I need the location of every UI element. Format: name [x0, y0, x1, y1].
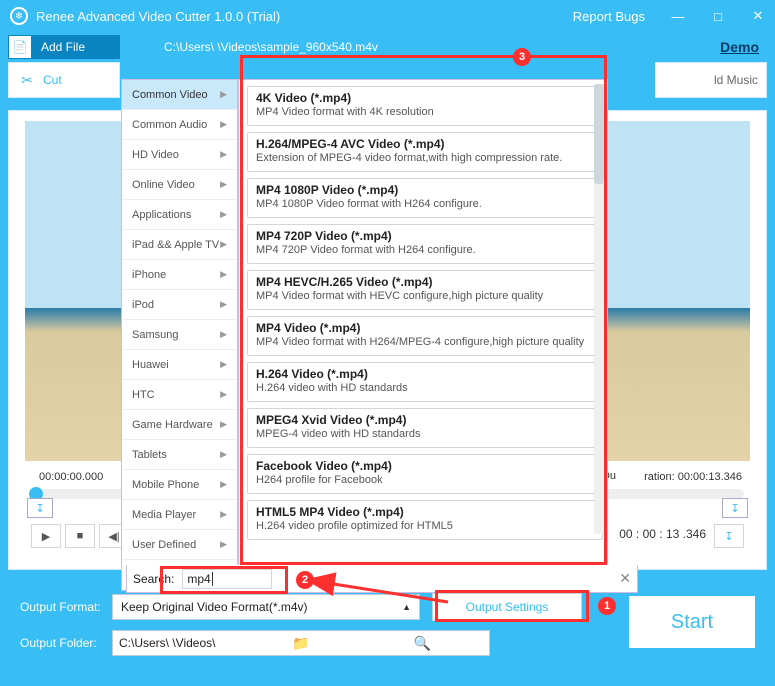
- format-category-menu: Common Video▶Common Audio▶HD Video▶Onlin…: [121, 79, 238, 591]
- demo-link[interactable]: Demo: [720, 39, 767, 55]
- add-file-icon: 📄: [9, 36, 31, 58]
- output-folder-input[interactable]: C:\Users\ \Videos\ 📁 🔍: [112, 630, 490, 656]
- format-category-ipad-apple-tv[interactable]: iPad && Apple TV▶: [122, 230, 237, 260]
- format-category-mobile-phone[interactable]: Mobile Phone▶: [122, 470, 237, 500]
- format-category-ipod[interactable]: iPod▶: [122, 290, 237, 320]
- app-title: Renee Advanced Video Cutter 1.0.0 (Trial…: [36, 9, 573, 24]
- format-scroll[interactable]: 4K Video (*.mp4)MP4 Video format with 4K…: [239, 80, 607, 563]
- path-bar: 📄 Add File C:\Users\ \Videos\sample_960x…: [0, 32, 775, 62]
- mark-end-button[interactable]: ↧: [714, 524, 744, 548]
- scrollbar-thumb[interactable]: [594, 84, 604, 184]
- clear-search-icon[interactable]: ✕: [619, 570, 631, 587]
- format-category-user-defined[interactable]: User Defined▶: [122, 530, 237, 560]
- scissors-icon: ✂: [17, 70, 37, 90]
- format-item[interactable]: H.264/MPEG-4 AVC Video (*.mp4)Extension …: [247, 132, 603, 172]
- format-item[interactable]: HTML5 MP4 Video (*.mp4)H.264 video profi…: [247, 500, 603, 540]
- duration-label: ration: 00:00:13.346: [644, 471, 742, 483]
- format-item[interactable]: MPEG4 Xvid Video (*.mp4)MPEG-4 video wit…: [247, 408, 603, 448]
- format-category-hd-video[interactable]: HD Video▶: [122, 140, 237, 170]
- format-category-media-player[interactable]: Media Player▶: [122, 500, 237, 530]
- format-item[interactable]: Facebook Video (*.mp4)H264 profile for F…: [247, 454, 603, 494]
- output-folder-label: Output Folder:: [20, 636, 112, 650]
- output-settings-button[interactable]: Output Settings: [432, 593, 582, 621]
- format-category-iphone[interactable]: iPhone▶: [122, 260, 237, 290]
- format-item[interactable]: MP4 1080P Video (*.mp4)MP4 1080P Video f…: [247, 178, 603, 218]
- format-category-htc[interactable]: HTC▶: [122, 380, 237, 410]
- format-item[interactable]: 4K Video (*.mp4)MP4 Video format with 4K…: [247, 86, 603, 126]
- file-path: C:\Users\ \Videos\sample_960x540.m4v: [126, 40, 714, 54]
- tab-cut[interactable]: ✂ Cut: [8, 62, 120, 98]
- scrollbar[interactable]: [594, 84, 604, 534]
- titlebar: ❄ Renee Advanced Video Cutter 1.0.0 (Tri…: [0, 0, 775, 32]
- minimize-icon[interactable]: ―: [671, 9, 685, 23]
- output-format-select[interactable]: Keep Original Video Format(*.m4v) ▲: [112, 594, 420, 620]
- time-start: 00:00:00.000: [39, 471, 103, 483]
- search-value: mp4: [187, 572, 210, 586]
- tab-cut-label: Cut: [43, 73, 62, 87]
- dropdown-icon: ▲: [402, 602, 411, 612]
- format-category-huawei[interactable]: Huawei▶: [122, 350, 237, 380]
- add-file-label: Add File: [41, 40, 85, 54]
- format-search-row: Search: mp4 ✕: [126, 565, 638, 593]
- format-list-panel: 4K Video (*.mp4)MP4 Video format with 4K…: [238, 79, 608, 564]
- report-bugs-link[interactable]: Report Bugs: [573, 9, 645, 24]
- mark-out-button[interactable]: ↧: [722, 498, 748, 518]
- output-format-value: Keep Original Video Format(*.m4v): [121, 600, 308, 614]
- format-category-common-video[interactable]: Common Video▶: [122, 80, 237, 110]
- stop-button[interactable]: ■: [65, 524, 95, 548]
- app-logo-icon: ❄: [10, 7, 28, 25]
- format-item[interactable]: MP4 720P Video (*.mp4)MP4 720P Video for…: [247, 224, 603, 264]
- mark-in-button[interactable]: ↧: [27, 498, 53, 518]
- format-item[interactable]: MP4 HEVC/H.265 Video (*.mp4)MP4 Video fo…: [247, 270, 603, 310]
- format-item[interactable]: MP4 Video (*.mp4)MP4 Video format with H…: [247, 316, 603, 356]
- browse-icon[interactable]: 🔍: [362, 635, 483, 652]
- format-category-tablets[interactable]: Tablets▶: [122, 440, 237, 470]
- output-folder-value: C:\Users\ \Videos\: [119, 636, 240, 650]
- add-file-button[interactable]: 📄 Add File: [8, 35, 120, 59]
- tab-music[interactable]: ld Music: [655, 62, 767, 98]
- format-category-online-video[interactable]: Online Video▶: [122, 170, 237, 200]
- format-category-common-audio[interactable]: Common Audio▶: [122, 110, 237, 140]
- maximize-icon[interactable]: □: [711, 9, 725, 23]
- play-button[interactable]: ▶: [31, 524, 61, 548]
- format-category-applications[interactable]: Applications▶: [122, 200, 237, 230]
- format-category-samsung[interactable]: Samsung▶: [122, 320, 237, 350]
- time-display: 00 : 00 : 13 .346: [619, 527, 706, 541]
- search-input[interactable]: mp4: [182, 569, 272, 589]
- format-item[interactable]: H.264 Video (*.mp4)H.264 video with HD s…: [247, 362, 603, 402]
- close-icon[interactable]: ✕: [751, 9, 765, 23]
- format-category-game-hardware[interactable]: Game Hardware▶: [122, 410, 237, 440]
- folder-icon[interactable]: 📁: [240, 635, 361, 652]
- tab-music-label: ld Music: [714, 73, 758, 87]
- search-label: Search:: [133, 572, 174, 586]
- output-format-label: Output Format:: [20, 600, 112, 614]
- start-button[interactable]: Start: [629, 596, 755, 648]
